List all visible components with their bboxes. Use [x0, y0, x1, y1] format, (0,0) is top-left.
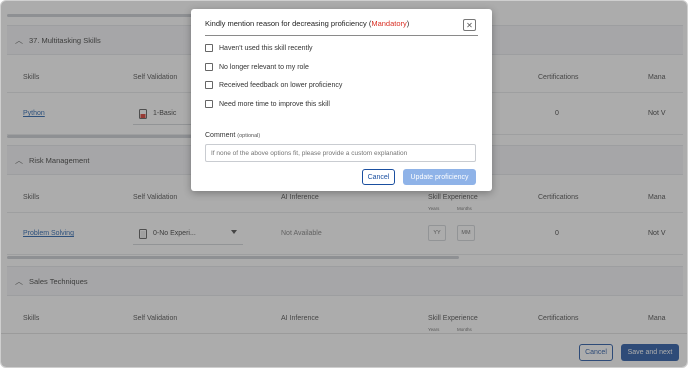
- checkbox[interactable]: [205, 44, 213, 52]
- option-label: Haven't used this skill recently: [219, 44, 313, 52]
- option-label: Received feedback on lower proficiency: [219, 81, 343, 89]
- comment-label-text: Comment: [205, 132, 236, 139]
- dialog-divider: [205, 35, 478, 36]
- reason-option-more-time[interactable]: Need more time to improve this skill: [205, 100, 330, 108]
- comment-input[interactable]: [205, 144, 476, 162]
- checkbox[interactable]: [205, 100, 213, 108]
- close-icon[interactable]: ✕: [463, 19, 476, 31]
- checkbox[interactable]: [205, 63, 213, 71]
- update-proficiency-button[interactable]: Update proficiency: [403, 169, 476, 185]
- app-frame: ︿ 37. Multitasking Skills Skills Self Va…: [0, 0, 688, 368]
- reason-option-not-relevant[interactable]: No longer relevant to my role: [205, 63, 309, 71]
- reason-option-feedback[interactable]: Received feedback on lower proficiency: [205, 81, 342, 89]
- mandatory-label: Mandatory: [371, 19, 407, 28]
- option-label: No longer relevant to my role: [219, 63, 309, 71]
- option-label: Need more time to improve this skill: [219, 100, 330, 108]
- comment-label: Comment (optional): [205, 132, 260, 139]
- dialog-cancel-button[interactable]: Cancel: [362, 169, 395, 185]
- reason-option-not-used[interactable]: Haven't used this skill recently: [205, 44, 313, 52]
- dialog-title-paren: ): [406, 19, 410, 28]
- dialog-title: Kindly mention reason for decreasing pro…: [205, 19, 409, 28]
- dialog-title-text: Kindly mention reason for decreasing pro…: [205, 19, 372, 28]
- decrease-proficiency-dialog: Kindly mention reason for decreasing pro…: [191, 9, 492, 191]
- optional-label: (optional): [237, 133, 261, 139]
- checkbox[interactable]: [205, 81, 213, 89]
